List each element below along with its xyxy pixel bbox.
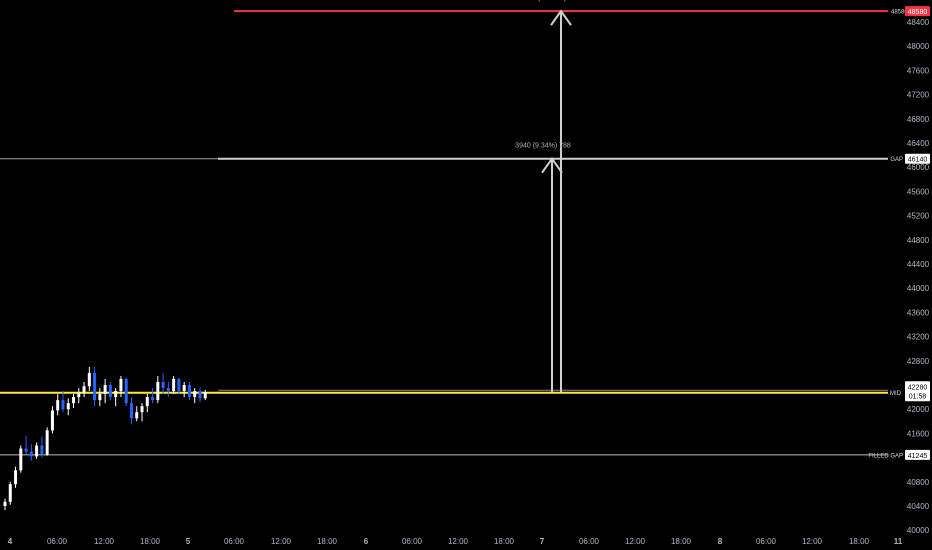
candle-body[interactable] — [77, 392, 81, 398]
candle-countdown: 01:58 — [909, 393, 927, 400]
candle-body[interactable] — [140, 406, 144, 413]
y-tick-label: 44400 — [907, 260, 930, 269]
x-tick-label: 5 — [186, 537, 191, 546]
x-tick-label: 11 — [894, 537, 903, 546]
candle-body[interactable] — [50, 410, 54, 431]
y-tick-label: 47200 — [907, 91, 930, 100]
candle-body[interactable] — [151, 397, 155, 401]
candle-body[interactable] — [40, 445, 44, 455]
candle-body[interactable] — [103, 385, 107, 395]
candle-body[interactable] — [193, 391, 197, 398]
candle-body[interactable] — [145, 397, 149, 407]
x-tick-label: 18:00 — [849, 537, 870, 546]
candle-body[interactable] — [87, 372, 91, 387]
y-tick-label: 44000 — [907, 284, 930, 293]
candle-body[interactable] — [114, 391, 118, 398]
candle-body[interactable] — [124, 378, 128, 404]
x-tick-label: 12:00 — [448, 537, 469, 546]
filled-gap-price-tag-text: 41245 — [908, 453, 928, 460]
candle-body[interactable] — [72, 397, 76, 404]
y-tick-label: 45200 — [907, 212, 930, 221]
candle-body[interactable] — [29, 451, 33, 457]
candle-body[interactable] — [198, 391, 202, 399]
candle-body[interactable] — [98, 394, 102, 401]
candle-body[interactable] — [166, 388, 170, 392]
gap-price-tag-text: 46140 — [908, 157, 928, 164]
candle-body[interactable] — [119, 378, 123, 392]
candle-body[interactable] — [66, 403, 70, 410]
candle-body[interactable] — [135, 412, 139, 419]
current-price-text: 42280 — [908, 384, 928, 391]
candle-body[interactable] — [187, 385, 191, 398]
y-tick-label: 42800 — [907, 357, 930, 366]
candle-body[interactable] — [19, 448, 23, 471]
y-tick-label: 44800 — [907, 236, 930, 245]
y-tick-label: 46000 — [907, 163, 930, 172]
x-tick-label: 12:00 — [94, 537, 115, 546]
x-tick-label: 18:00 — [494, 537, 515, 546]
x-tick-label: 06:00 — [402, 537, 423, 546]
gap-label: GAP — [890, 157, 903, 163]
mid-label: MID — [890, 391, 902, 397]
x-tick-label: 12:00 — [271, 537, 292, 546]
candle-body[interactable] — [93, 372, 97, 401]
candle-body[interactable] — [177, 378, 181, 392]
x-tick-label: 06:00 — [756, 537, 777, 546]
candle-body[interactable] — [82, 386, 86, 393]
x-tick-label: 06:00 — [579, 537, 600, 546]
x-tick-label: 06:00 — [47, 537, 68, 546]
y-tick-label: 40400 — [907, 502, 930, 511]
candle-body[interactable] — [108, 385, 112, 398]
candle-body[interactable] — [161, 381, 165, 389]
y-tick-label: 43200 — [907, 333, 930, 342]
x-tick-label: 6 — [364, 537, 369, 546]
y-tick-label: 41600 — [907, 429, 930, 438]
y-tick-label: 48000 — [907, 42, 930, 51]
x-tick-label: 4 — [8, 537, 13, 546]
x-tick-label: 18:00 — [140, 537, 161, 546]
measure-label: 6365 (15.08%) 1273 — [520, 0, 584, 2]
y-tick-label: 43600 — [907, 308, 930, 317]
candle-body[interactable] — [172, 378, 176, 392]
candle-body[interactable] — [56, 400, 60, 411]
candle-body[interactable] — [61, 400, 65, 410]
y-tick-label: 46400 — [907, 139, 930, 148]
candle-body[interactable] — [3, 501, 7, 506]
measure-label: 3940 (9.34%) 788 — [515, 143, 571, 150]
candle-body[interactable] — [8, 484, 12, 502]
candle-body[interactable] — [35, 445, 39, 457]
candle-body[interactable] — [24, 448, 28, 452]
y-tick-label: 40000 — [907, 526, 930, 535]
y-tick-label: 42000 — [907, 405, 930, 414]
candle-body[interactable] — [129, 403, 133, 419]
x-tick-label: 18:00 — [671, 537, 692, 546]
x-tick-label: 12:00 — [802, 537, 823, 546]
candle-body[interactable] — [14, 470, 18, 485]
x-tick-label: 06:00 — [224, 537, 245, 546]
y-tick-label: 47600 — [907, 66, 930, 75]
target-price-tag-text: 48580 — [908, 9, 928, 16]
x-tick-label: 12:00 — [625, 537, 646, 546]
candle-body[interactable] — [45, 430, 49, 455]
y-tick-label: 40800 — [907, 478, 930, 487]
x-tick-label: 8 — [718, 537, 723, 546]
y-tick-label: 48400 — [907, 18, 930, 27]
price-chart[interactable]: 6365 (15.08%) 1273 3940 (9.34%) 788 40000… — [0, 0, 932, 550]
y-tick-label: 45600 — [907, 187, 930, 196]
x-tick-label: 7 — [540, 537, 545, 546]
y-tick-label: 46800 — [907, 115, 930, 124]
x-tick-label: 18:00 — [317, 537, 338, 546]
candle-body[interactable] — [156, 381, 160, 401]
filled-gap-label: FILLED GAP — [868, 453, 903, 459]
candle-body[interactable] — [182, 385, 186, 392]
candle-body[interactable] — [203, 392, 207, 399]
